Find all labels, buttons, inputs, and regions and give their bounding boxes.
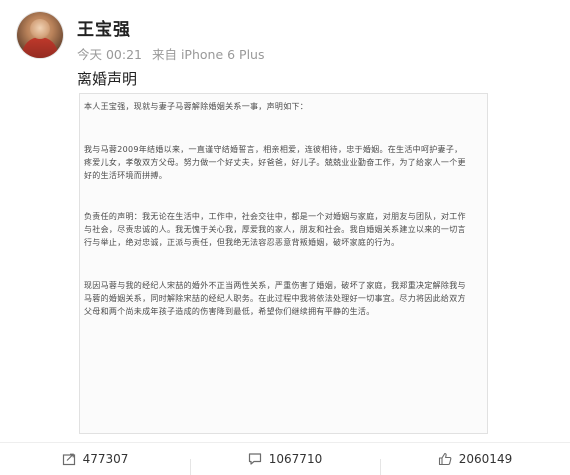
username[interactable]: 王宝强 [77, 15, 131, 40]
comment-count: 1067710 [268, 451, 323, 466]
statement-paragraph: 本人王宝强，现就与妻子马蓉解除婚姻关系一事，声明如下： [84, 102, 309, 111]
avatar-figure-face [30, 19, 50, 39]
statement-paragraph: 我与马蓉2009年结婚以来，一直谨守结婚誓言，相亲相爱，连彼相待，忠于婚姻。在生… [84, 145, 466, 180]
post-time: 今天 00:21 [77, 47, 142, 62]
comment-button[interactable]: 1067710 [190, 451, 380, 475]
post-text: 离婚声明 [77, 70, 138, 88]
share-icon [62, 452, 76, 466]
action-bar: 477307 1067710 2060149 [0, 443, 570, 475]
comment-icon [248, 452, 262, 466]
avatar[interactable] [17, 12, 63, 58]
statement-paragraph: 负责任的声明：我无论在生活中，工作中，社会交往中，都是一个对婚姻与家庭，对朋友与… [84, 212, 466, 247]
like-count: 2060149 [458, 451, 513, 466]
avatar-figure-body [22, 37, 58, 58]
statement-image[interactable]: 本人王宝强，现就与妻子马蓉解除婚姻关系一事，声明如下： 我与马蓉2009年结婚以… [79, 93, 488, 434]
share-count: 477307 [82, 451, 129, 466]
like-button[interactable]: 2060149 [380, 451, 570, 475]
post-meta: 今天 00:21 来自 iPhone 6 Plus [77, 44, 265, 63]
statement-paragraph: 现因马蓉与我的经纪人宋喆的婚外不正当两性关系，严重伤害了婚姻，破坏了家庭，我郑重… [84, 281, 466, 316]
share-button[interactable]: 477307 [0, 452, 190, 466]
post-source: 来自 iPhone 6 Plus [151, 47, 265, 62]
thumbs-up-icon [438, 452, 452, 466]
